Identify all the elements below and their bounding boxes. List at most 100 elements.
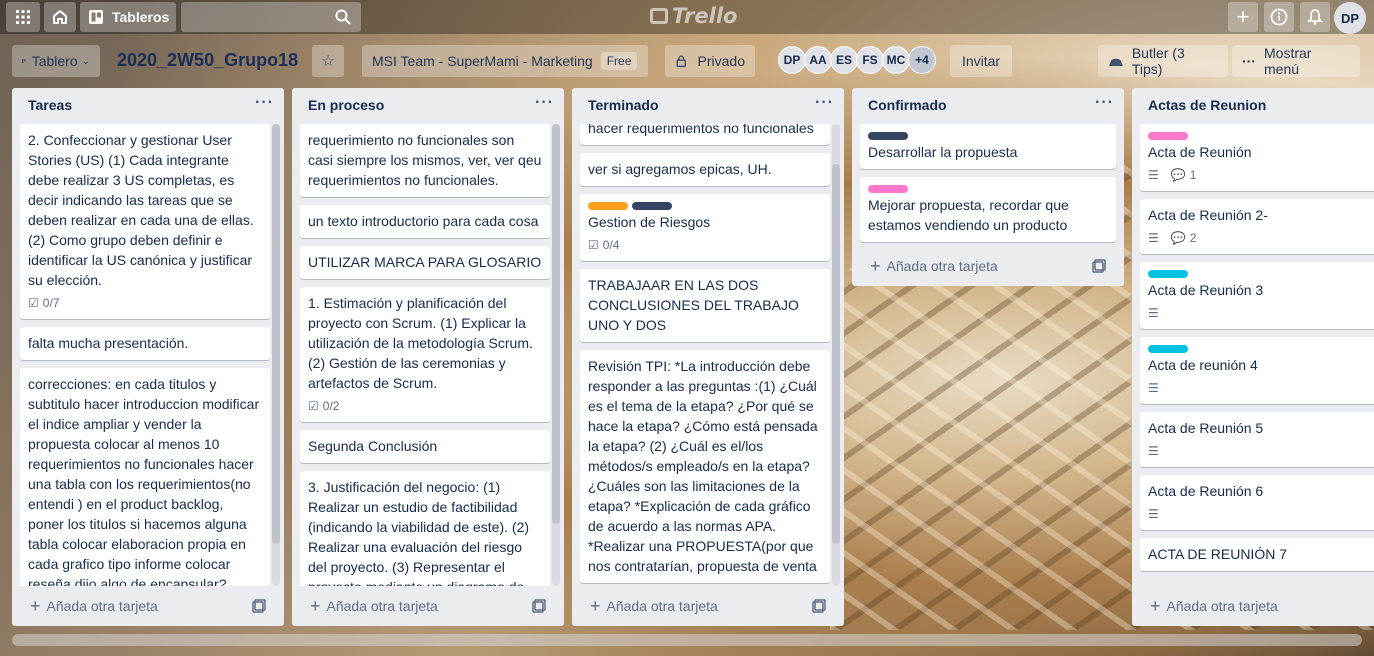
card[interactable]: ACTA DE REUNIÓN 7 <box>1140 538 1374 571</box>
member-avatar[interactable]: MC <box>882 46 910 74</box>
board-members: DP AA ES FS MC +4 <box>778 46 936 74</box>
add-card-button[interactable]: + Añada otra tarjeta <box>20 592 276 620</box>
card[interactable]: Desarrollar la propuesta <box>860 124 1116 169</box>
card-title: ACTA DE REUNIÓN 7 <box>1148 546 1287 562</box>
member-avatar[interactable]: FS <box>856 46 884 74</box>
card-title: UTILIZAR MARCA PARA GLOSARIO <box>308 254 542 270</box>
board-title[interactable]: 2020_2W50_Grupo18 <box>117 50 298 71</box>
create-button[interactable]: + <box>1228 2 1258 32</box>
card[interactable]: un texto introductorio para cada cosa <box>300 205 550 238</box>
list-title[interactable]: Actas de Reunion <box>1148 97 1266 113</box>
boards-button[interactable]: Tableros <box>80 2 176 32</box>
visibility-button[interactable]: Privado <box>665 45 755 77</box>
more-members-badge[interactable]: +4 <box>908 46 936 74</box>
add-card-button[interactable]: + Añada otra tarjeta <box>860 252 1116 280</box>
card-template-icon[interactable] <box>532 599 546 616</box>
label-pink[interactable] <box>868 185 908 193</box>
card[interactable]: ver si agregamos epicas, UH. <box>580 153 830 186</box>
list-cards: Desarrollar la propuesta Mejorar propues… <box>860 124 1116 246</box>
trello-logo[interactable]: Trello <box>650 4 737 28</box>
list-title[interactable]: En proceso <box>308 97 384 113</box>
card[interactable]: Revisión TPI: *La introducción debe resp… <box>580 350 830 583</box>
card[interactable]: 3. Justificación del negocio: (1) Realiz… <box>300 471 550 586</box>
apps-icon[interactable] <box>6 2 40 32</box>
card[interactable]: falta mucha presentación. <box>20 327 270 360</box>
card-title: un texto introductorio para cada cosa <box>308 213 539 229</box>
card[interactable]: Segunda Conclusión <box>300 430 550 463</box>
member-avatar[interactable]: ES <box>830 46 858 74</box>
label-sky[interactable] <box>1148 270 1188 278</box>
card[interactable]: Acta de Reunión 6 ☰ <box>1140 475 1374 530</box>
lock-icon <box>676 55 687 68</box>
card[interactable]: requerimiento no funcionales son casi si… <box>300 124 550 197</box>
info-icon[interactable] <box>1264 2 1294 32</box>
list-menu-icon[interactable]: ··· <box>255 94 274 112</box>
show-menu-button[interactable]: ··· Mostrar menú <box>1232 45 1360 77</box>
list-scrollbar[interactable] <box>832 124 840 586</box>
list-header[interactable]: Terminado ··· <box>572 88 844 122</box>
label-navy[interactable] <box>868 132 908 140</box>
home-icon[interactable] <box>44 2 76 32</box>
card-template-icon[interactable] <box>812 599 826 616</box>
list-title[interactable]: Terminado <box>588 97 659 113</box>
notifications-bell-icon[interactable] <box>1300 2 1330 32</box>
list-en-proceso[interactable]: En proceso ··· requerimiento no funciona… <box>292 88 564 626</box>
add-card-button[interactable]: + Añada otra tarjeta <box>300 592 556 620</box>
comment-icon: 💬 <box>1170 168 1186 182</box>
checklist-badge: ☑ 0/7 <box>28 293 59 313</box>
card[interactable]: Mejorar propuesta, recordar que estamos … <box>860 177 1116 242</box>
star-button[interactable]: ☆ <box>312 45 344 77</box>
member-avatar[interactable]: DP <box>778 46 806 74</box>
card[interactable]: hacer requerimientos no funcionales <box>580 124 830 145</box>
team-button[interactable]: MSI Team - SuperMami - Marketing Free <box>362 45 648 77</box>
member-avatar[interactable]: AA <box>804 46 832 74</box>
search-input[interactable] <box>181 2 361 32</box>
card-title: Acta de Reunión 5 <box>1148 420 1264 436</box>
card-template-icon[interactable] <box>252 599 266 616</box>
list-menu-icon[interactable]: ··· <box>535 94 554 112</box>
card[interactable]: 2. Confeccionar y gestionar User Stories… <box>20 124 270 319</box>
list-terminado[interactable]: Terminado ··· hacer requerimientos no fu… <box>572 88 844 626</box>
list-header[interactable]: Confirmado ··· <box>852 88 1124 122</box>
card[interactable]: UTILIZAR MARCA PARA GLOSARIO <box>300 246 550 279</box>
card-title: Acta de Reunión 3 <box>1148 282 1264 298</box>
list-tareas[interactable]: Tareas ··· 2. Confeccionar y gestionar U… <box>12 88 284 626</box>
card[interactable]: 1. Estimación y planificación del proyec… <box>300 287 550 422</box>
list-confirmado[interactable]: Confirmado ··· Desarrollar la propuesta … <box>852 88 1124 286</box>
card[interactable]: correcciones: en cada titulos y subtitul… <box>20 368 270 586</box>
card-title: Gestion de Riesgos <box>588 214 711 230</box>
add-card-button[interactable]: + Añada otra tarjeta <box>1140 592 1366 620</box>
list-header[interactable]: En proceso ··· <box>292 88 564 122</box>
card[interactable]: Gestion de Riesgos ☑ 0/4 <box>580 194 830 261</box>
label-navy[interactable] <box>632 202 672 210</box>
list-header[interactable]: Tareas ··· <box>12 88 284 122</box>
list-header[interactable]: Actas de Reunion <box>1132 88 1374 122</box>
invite-button[interactable]: Invitar <box>950 45 1012 77</box>
board-view-switcher[interactable]: Tablero ⌄ <box>12 45 100 77</box>
card-title: Acta de Reunión 6 <box>1148 483 1264 499</box>
butler-button[interactable]: Butler (3 Tips) <box>1098 45 1228 77</box>
card-title: Desarrollar la propuesta <box>868 144 1018 160</box>
list-scrollbar[interactable] <box>272 124 280 586</box>
card[interactable]: Acta de Reunión 5 ☰ <box>1140 412 1374 467</box>
list-menu-icon[interactable]: ··· <box>815 94 834 112</box>
user-avatar[interactable]: DP <box>1334 2 1366 34</box>
card[interactable]: Acta de Reunión ☰ 💬 1 <box>1140 124 1374 191</box>
label-orange[interactable] <box>588 202 628 210</box>
label-pink[interactable] <box>1148 132 1188 140</box>
list-actas-de-reunion[interactable]: Actas de Reunion Acta de Reunión ☰ 💬 1 Ac… <box>1132 88 1374 626</box>
board-horizontal-scrollbar[interactable] <box>12 634 1362 646</box>
list-scrollbar[interactable] <box>552 124 560 586</box>
card-title: correcciones: en cada titulos y subtitul… <box>28 376 260 586</box>
list-title[interactable]: Confirmado <box>868 97 947 113</box>
card-template-icon[interactable] <box>1092 259 1106 276</box>
list-menu-icon[interactable]: ··· <box>1095 94 1114 112</box>
card[interactable]: Acta de Reunión 2- ☰ 💬 2 <box>1140 199 1374 254</box>
card[interactable]: TRABAJAAR EN LAS DOS CONCLUSIONES DEL TR… <box>580 269 830 342</box>
card[interactable]: Acta de reunión 4 ☰ <box>1140 337 1374 404</box>
card[interactable]: Acta de Reunión 3 ☰ <box>1140 262 1374 329</box>
add-card-button[interactable]: + Añada otra tarjeta <box>580 592 836 620</box>
list-title[interactable]: Tareas <box>28 97 72 113</box>
card-labels <box>1148 345 1374 353</box>
label-sky[interactable] <box>1148 345 1188 353</box>
